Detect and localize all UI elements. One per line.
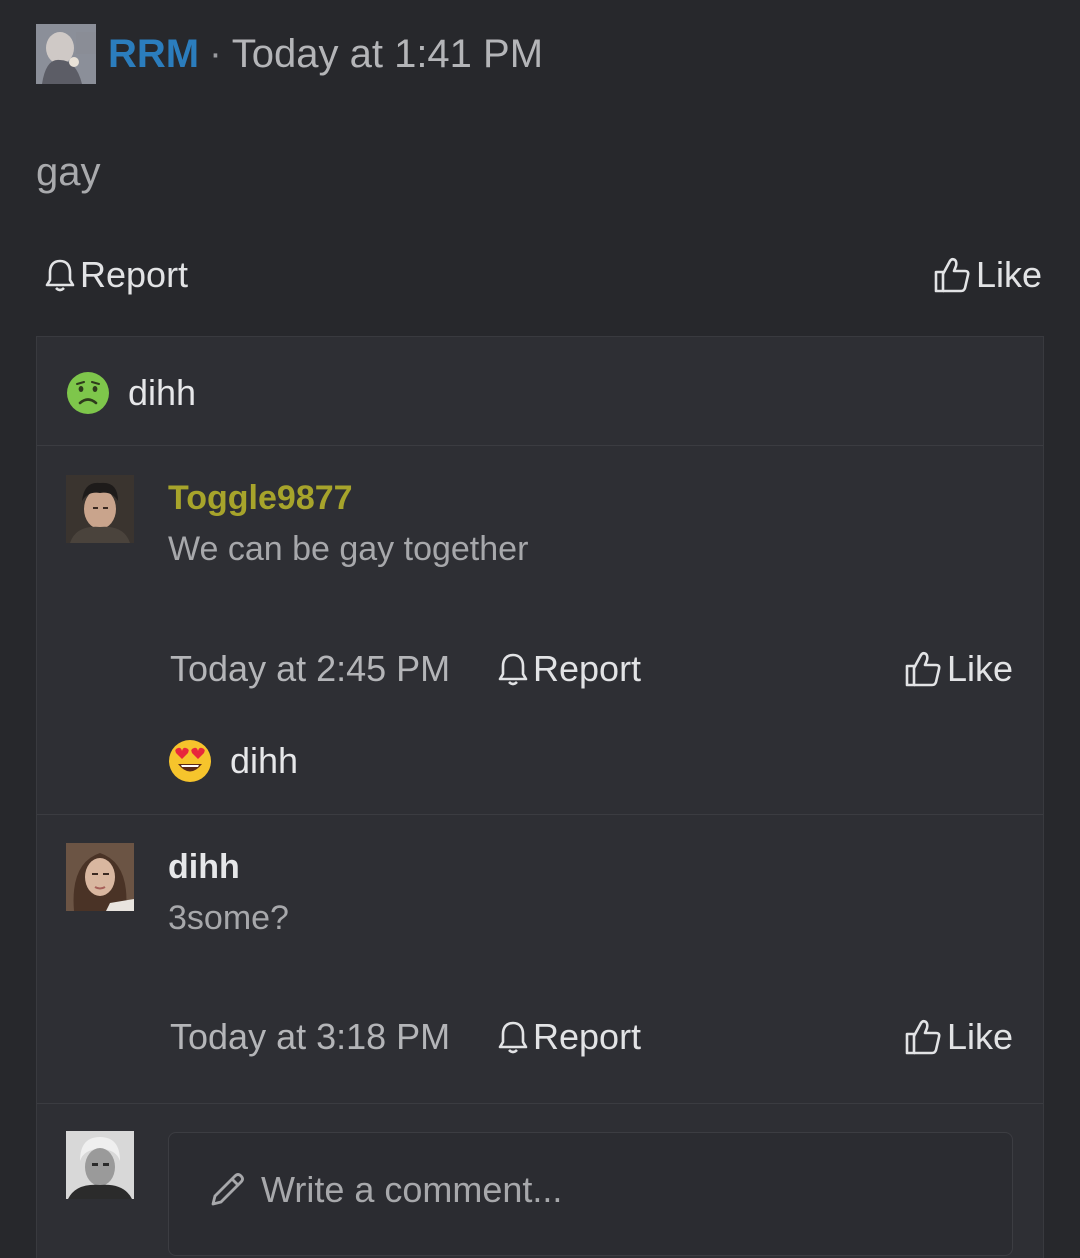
post-like-button[interactable]: Like [932, 254, 1042, 296]
post-report-button[interactable]: Report [44, 254, 188, 296]
comment-input-placeholder[interactable]: Write a comment... [207, 1169, 562, 1211]
post-header-separator: · [209, 32, 222, 75]
comment-item: dihh 3some? Today at 3:18 PM Report Like [37, 815, 1043, 1104]
bell-icon [498, 653, 528, 686]
pencil-icon [211, 1173, 244, 1206]
thumbs-up-icon [905, 651, 941, 687]
post-header: RRM · Today at 1:41 PM [36, 24, 543, 84]
thumbs-up-icon [934, 257, 970, 293]
post-body: gay [36, 150, 101, 194]
current-user-avatar [66, 1131, 134, 1199]
comment-author-avatar[interactable] [66, 475, 134, 543]
post-author-avatar[interactable] [36, 24, 96, 84]
heart-eyes-face-icon [169, 740, 211, 782]
comment-timestamp[interactable]: Today at 3:18 PM [170, 1016, 450, 1058]
post-author-name[interactable]: RRM [108, 32, 199, 77]
nauseated-face-icon [67, 372, 109, 414]
post-timestamp[interactable]: Today at 1:41 PM [232, 32, 543, 77]
comment-report-label: Report [533, 1016, 642, 1057]
comment-reaction[interactable]: dihh [168, 739, 298, 783]
comment-author-avatar[interactable] [66, 843, 134, 911]
post-reactions: dihh [37, 337, 1043, 446]
comment-timestamp[interactable]: Today at 2:45 PM [170, 648, 450, 690]
comment-item: Toggle9877 We can be gay together Today … [37, 446, 1043, 815]
comment-report-button[interactable]: Report [497, 648, 641, 690]
comment-author-name[interactable]: Toggle9877 [168, 479, 353, 518]
post-like-label: Like [975, 254, 1042, 295]
comment-text: We can be gay together [168, 530, 529, 568]
reaction-item[interactable]: dihh [66, 371, 196, 415]
bell-icon [498, 1021, 528, 1054]
comment-like-label: Like [946, 648, 1013, 689]
post-report-label: Report [80, 254, 189, 295]
comment-text: 3some? [168, 899, 289, 937]
comment-like-button[interactable]: Like [903, 648, 1013, 690]
comment-input[interactable]: Write a comment... [168, 1132, 1013, 1256]
bell-icon [45, 259, 75, 292]
reaction-user: dihh [230, 740, 299, 781]
comment-author-name[interactable]: dihh [168, 848, 240, 887]
comment-input-placeholder-text: Write a comment... [261, 1169, 563, 1210]
reaction-user: dihh [128, 372, 197, 413]
comment-report-button[interactable]: Report [497, 1016, 641, 1058]
comment-report-label: Report [533, 648, 642, 689]
thumbs-up-icon [905, 1019, 941, 1055]
comment-like-label: Like [946, 1016, 1013, 1057]
comments-panel: dihh Toggle9877 We can be gay together T… [36, 336, 1044, 1258]
comment-like-button[interactable]: Like [903, 1016, 1013, 1058]
